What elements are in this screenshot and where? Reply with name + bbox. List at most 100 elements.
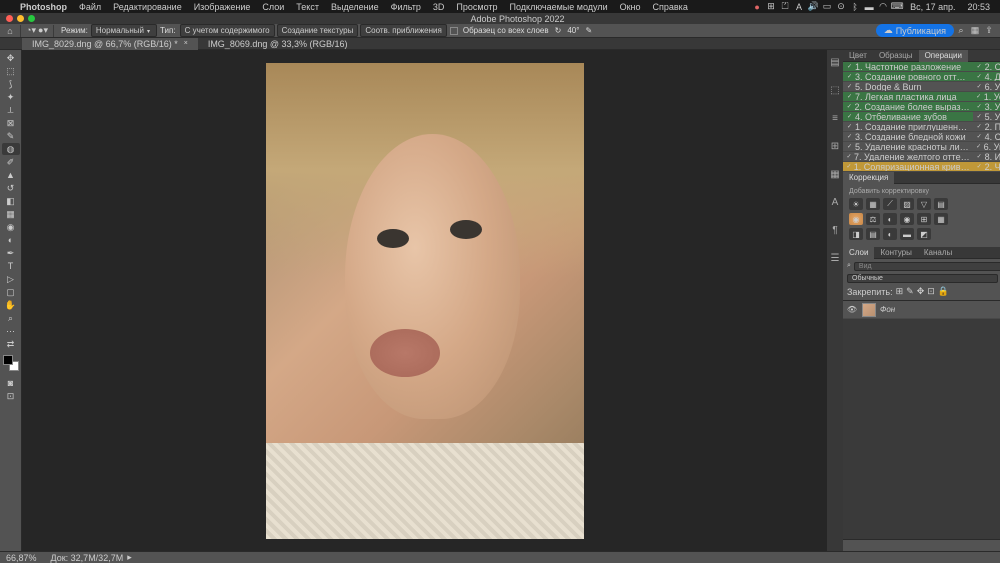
- edit-toolbar[interactable]: ⇄: [2, 338, 20, 350]
- blur-tool[interactable]: ◉: [2, 221, 20, 233]
- sample-all-checkbox[interactable]: [450, 27, 458, 35]
- status-icon[interactable]: ⊙: [834, 1, 848, 13]
- action-item[interactable]: ✓6. Усиление резкости: [973, 82, 1000, 92]
- marquee-tool[interactable]: ⬚: [2, 65, 20, 77]
- exposure-icon[interactable]: ▨: [900, 198, 914, 210]
- canvas-area[interactable]: [22, 50, 827, 551]
- layer-name[interactable]: Фон: [880, 305, 895, 314]
- blend-mode-dropdown[interactable]: Обычные: [847, 274, 998, 283]
- tab-corrections[interactable]: Коррекция: [843, 172, 894, 184]
- threshold-icon[interactable]: ◐: [883, 228, 897, 240]
- photo-filter-icon[interactable]: ◉: [900, 213, 914, 225]
- type-tool[interactable]: T: [2, 260, 20, 272]
- layer-thumbnail[interactable]: [862, 303, 876, 317]
- posterize-icon[interactable]: ▤: [866, 228, 880, 240]
- more-tools[interactable]: ⋯: [2, 325, 20, 337]
- menu-3d[interactable]: 3D: [427, 2, 451, 12]
- color-lookup-icon[interactable]: ▦: [934, 213, 948, 225]
- lock-artboard-icon[interactable]: ⊡: [927, 286, 935, 297]
- tab-channels[interactable]: Каналы: [918, 247, 958, 259]
- tab-swatches[interactable]: Образцы: [873, 50, 919, 62]
- visibility-icon[interactable]: 👁: [846, 305, 858, 314]
- publish-button[interactable]: ☁Публикация: [876, 24, 954, 37]
- menu-plugins[interactable]: Подключаемые модули: [504, 2, 614, 12]
- action-item[interactable]: ✓2. Повышение контрастн…: [973, 122, 1000, 132]
- action-item[interactable]: ✓3. Создание бледной кожи: [843, 132, 973, 142]
- action-item[interactable]: ✓2. Создание более выраз…: [843, 102, 973, 112]
- action-item[interactable]: ✓1. Усиление выразительн…: [973, 92, 1000, 102]
- action-item[interactable]: ✓3. Создание ровного отт…: [843, 72, 973, 82]
- lock-icon[interactable]: 🔒: [938, 286, 949, 297]
- home-button[interactable]: ⌂: [4, 25, 16, 37]
- action-item[interactable]: ✓4. Создание бронзового …: [973, 132, 1000, 142]
- record-icon[interactable]: ●: [750, 1, 764, 13]
- color-swatches[interactable]: [3, 355, 19, 371]
- dock-icon[interactable]: ▤: [827, 54, 843, 70]
- menu-layers[interactable]: Слои: [256, 2, 290, 12]
- minimize-button[interactable]: [17, 15, 24, 22]
- menu-window[interactable]: Окно: [614, 2, 647, 12]
- eraser-tool[interactable]: ◧: [2, 195, 20, 207]
- brush-tool[interactable]: ✐: [2, 156, 20, 168]
- action-item[interactable]: ✓7. Удаление желтого отте…: [843, 152, 973, 162]
- tab-actions[interactable]: Операции: [919, 50, 968, 62]
- dock-icon[interactable]: ⊞: [827, 138, 843, 154]
- move-tool[interactable]: ✥: [2, 52, 20, 64]
- color-balance-icon[interactable]: ⚖: [866, 213, 880, 225]
- selective-color-icon[interactable]: ◩: [917, 228, 931, 240]
- opt-content-aware[interactable]: С учетом содержимого: [180, 24, 275, 37]
- bw-icon[interactable]: ◐: [883, 213, 897, 225]
- opt-texture[interactable]: Создание текстуры: [277, 24, 359, 37]
- action-item[interactable]: ✓8. Изменение зеленого о…: [973, 152, 1000, 162]
- action-item[interactable]: ✓1. Создание приглушенн…: [843, 122, 973, 132]
- gradient-tool[interactable]: ▦: [2, 208, 20, 220]
- action-item[interactable]: ✓5. Удаление красноты ли…: [843, 142, 973, 152]
- menu-file[interactable]: Файл: [73, 2, 107, 12]
- lock-all-icon[interactable]: ⊞: [896, 286, 904, 297]
- zoom-level[interactable]: 66,87%: [6, 553, 37, 563]
- wand-tool[interactable]: ✦: [2, 91, 20, 103]
- gradient-map-icon[interactable]: ▬: [900, 228, 914, 240]
- lock-pixels-icon[interactable]: ✎: [906, 286, 914, 297]
- menu-select[interactable]: Выделение: [325, 2, 385, 12]
- eyedropper-tool[interactable]: ✎: [2, 130, 20, 142]
- menu-text[interactable]: Текст: [290, 2, 325, 12]
- brush-size[interactable]: ●▾: [37, 25, 49, 37]
- hue-sat-icon[interactable]: ◉: [849, 213, 863, 225]
- frame-tool[interactable]: ⊠: [2, 117, 20, 129]
- document-canvas[interactable]: [266, 63, 584, 539]
- opt-proximity[interactable]: Соотв. приближения: [360, 24, 447, 37]
- doc-tab[interactable]: IMG_8069.dng @ 33,3% (RGB/16): [198, 38, 358, 50]
- doc-size[interactable]: Док: 32,7M/32,7M: [51, 553, 124, 563]
- workspace-icon[interactable]: ▦: [968, 25, 982, 36]
- path-tool[interactable]: ▷: [2, 273, 20, 285]
- menu-help[interactable]: Справка: [647, 2, 694, 12]
- action-item[interactable]: ✓5. Усиление блеска волос: [973, 112, 1000, 122]
- channel-mixer-icon[interactable]: ⊞: [917, 213, 931, 225]
- dock-icon[interactable]: ☰: [827, 250, 843, 266]
- status-icon[interactable]: ⊞: [764, 1, 778, 13]
- levels-icon[interactable]: ▦: [866, 198, 880, 210]
- menu-view[interactable]: Просмотр: [450, 2, 503, 12]
- volume-icon[interactable]: 🔊: [806, 1, 820, 13]
- layer-row[interactable]: 👁 Фон 🔒: [843, 301, 1000, 319]
- menubar-time[interactable]: 20:53: [961, 2, 996, 12]
- vibrance-icon[interactable]: ▽: [917, 198, 931, 210]
- dodge-tool[interactable]: ◐: [2, 234, 20, 246]
- maximize-button[interactable]: [28, 15, 35, 22]
- tool-preset[interactable]: ◔▾: [25, 25, 37, 37]
- action-item[interactable]: ✓6. Уменьшение желтого о…: [973, 142, 1000, 152]
- menu-app[interactable]: Photoshop: [14, 2, 73, 12]
- tab-paths[interactable]: Контуры: [874, 247, 917, 259]
- close-button[interactable]: [6, 15, 13, 22]
- menu-edit[interactable]: Редактирование: [107, 2, 188, 12]
- action-item[interactable]: ✓3. Усиление сияния кожи: [973, 102, 1000, 112]
- battery-icon[interactable]: ▬: [862, 1, 876, 13]
- action-item[interactable]: ✓7. Легкая пластика лица: [843, 92, 973, 102]
- status-icon[interactable]: ⏍: [778, 1, 792, 13]
- crop-tool[interactable]: ⟂: [2, 104, 20, 116]
- display-icon[interactable]: ▭: [820, 1, 834, 13]
- dock-icon[interactable]: ¶: [827, 222, 843, 238]
- hand-tool[interactable]: ✋: [2, 299, 20, 311]
- pen-tool[interactable]: ✒: [2, 247, 20, 259]
